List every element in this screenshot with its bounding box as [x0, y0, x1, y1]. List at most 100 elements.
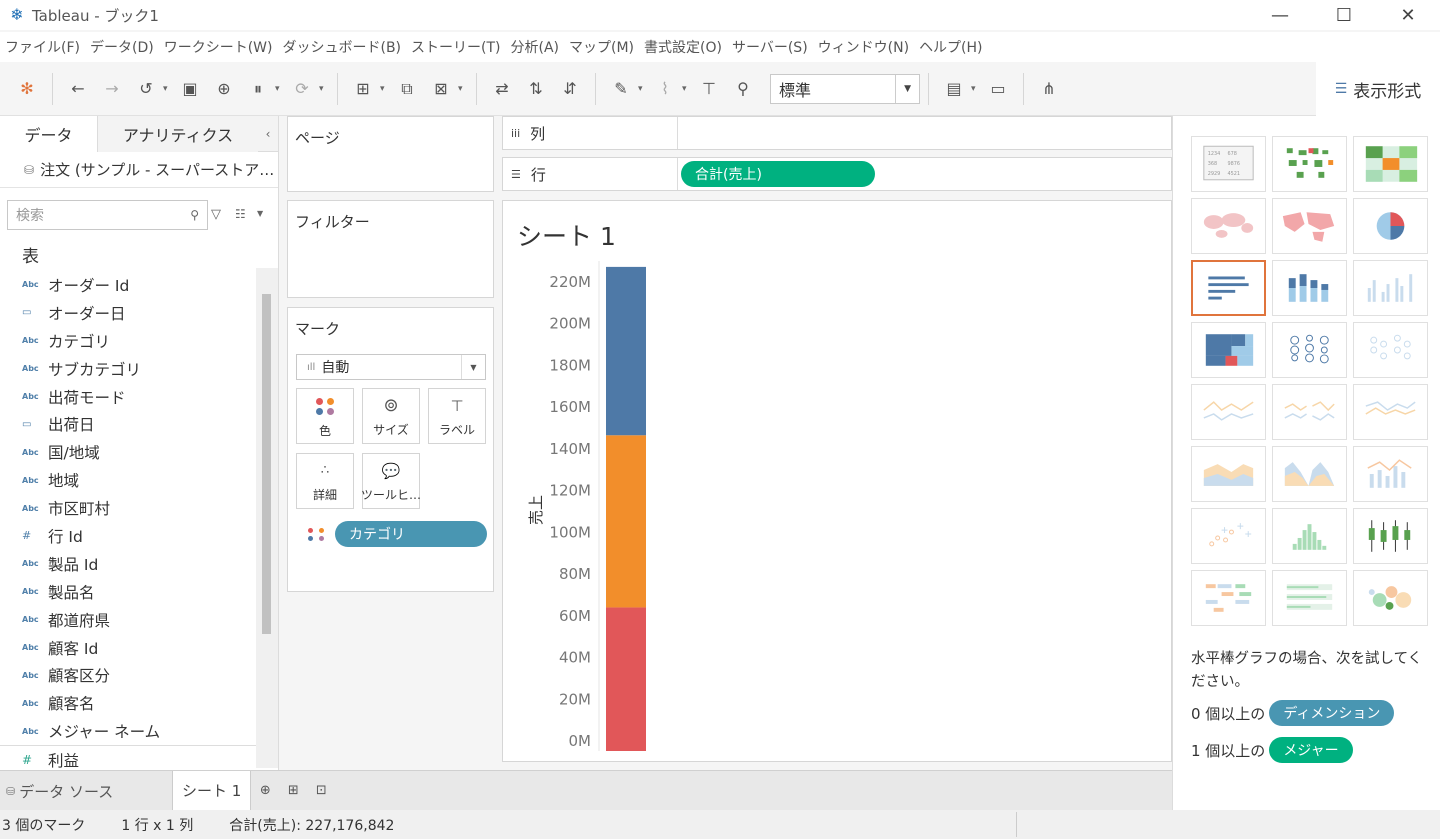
menu-analysis[interactable]: 分析(A)	[506, 37, 565, 57]
pause-caret-icon[interactable]: ▾	[275, 84, 285, 94]
menu-data[interactable]: データ(D)	[85, 37, 159, 57]
chart-type-horizontal-bars[interactable]	[1191, 260, 1266, 316]
chart-type-continuous-lines[interactable]	[1191, 384, 1266, 440]
fit-select[interactable]: 標準 ▼	[770, 73, 920, 104]
chart-type-pie-chart[interactable]	[1353, 198, 1428, 254]
tab-datasource[interactable]: ⛁ データ ソース	[0, 771, 113, 811]
bar-segment[interactable]	[606, 266, 646, 436]
clear-sheet-icon[interactable]: ⊠	[424, 72, 458, 106]
new-story-tab-icon[interactable]: ⊡	[307, 771, 335, 811]
chart-type-gantt-chart[interactable]	[1191, 570, 1266, 626]
collapse-pane-icon[interactable]: ‹	[258, 116, 278, 151]
field-item[interactable]: Abc 市区町村	[0, 494, 256, 522]
new-datasource-icon[interactable]: ⊕	[207, 72, 241, 106]
maximize-icon[interactable]: ☐	[1312, 0, 1376, 30]
scrollbar-thumb[interactable]	[262, 294, 271, 634]
size-button[interactable]: ⊚ サイズ	[362, 388, 420, 444]
field-item[interactable]: Abc 国/地域	[0, 438, 256, 466]
new-worksheet-icon[interactable]: ⊞	[346, 72, 380, 106]
minimize-icon[interactable]: —	[1248, 0, 1312, 30]
color-field-pill[interactable]: カテゴリ	[335, 521, 487, 547]
presentation-mode-icon[interactable]: ▭	[981, 72, 1015, 106]
field-item[interactable]: ▭ 出荷日	[0, 410, 256, 438]
chart-type-heat-map[interactable]	[1272, 136, 1347, 192]
new-worksheet-tab-icon[interactable]: ⊕	[251, 771, 279, 811]
field-item[interactable]: Abc 都道府県	[0, 606, 256, 634]
detail-button[interactable]: ∴ 詳細	[296, 453, 354, 509]
field-item[interactable]: # 利益	[0, 745, 256, 771]
field-item[interactable]: Abc 顧客区分	[0, 661, 256, 689]
menu-map[interactable]: マップ(M)	[564, 37, 639, 57]
field-item[interactable]: # 行 Id	[0, 522, 256, 550]
rows-shelf[interactable]: ☰ 行 合計(売上)	[502, 157, 1172, 191]
menu-help[interactable]: ヘルプ(H)	[914, 37, 987, 57]
color-button[interactable]: 色	[296, 388, 354, 444]
chart-type-text-table[interactable]: 1234 678 368 9876 2929 4521	[1191, 136, 1266, 192]
chart-type-symbol-map[interactable]	[1191, 198, 1266, 254]
tab-sheet-1[interactable]: シート 1	[172, 770, 252, 811]
menu-worksheet[interactable]: ワークシート(W)	[159, 37, 278, 57]
chart-type-area-discrete[interactable]	[1272, 446, 1347, 502]
new-dashboard-tab-icon[interactable]: ⊞	[279, 771, 307, 811]
highlight-icon[interactable]: ✎	[604, 72, 638, 106]
chart-type-dual-lines[interactable]	[1353, 384, 1428, 440]
chart-type-area-continuous[interactable]	[1191, 446, 1266, 502]
chart-type-side-by-side-bars[interactable]	[1353, 260, 1428, 316]
field-item[interactable]: Abc 製品 Id	[0, 550, 256, 578]
field-item[interactable]: Abc カテゴリ	[0, 327, 256, 355]
bar-segment[interactable]	[606, 607, 646, 751]
tab-analytics[interactable]: アナリティクス	[98, 116, 258, 152]
pages-card[interactable]: ページ	[287, 116, 494, 192]
duplicate-sheet-icon[interactable]: ⧉	[390, 72, 424, 106]
columns-shelf[interactable]: iii 列	[502, 116, 1172, 150]
new-worksheet-caret-icon[interactable]: ▾	[380, 84, 390, 94]
view-caret-icon[interactable]: ▼	[257, 209, 263, 218]
chart-type-stacked-bars[interactable]	[1272, 260, 1347, 316]
pin-icon[interactable]: ⚲	[726, 72, 760, 106]
chart-type-circle-views[interactable]	[1272, 322, 1347, 378]
field-item[interactable]: Abc サブカテゴリ	[0, 355, 256, 383]
field-item[interactable]: Abc メジャー ネーム	[0, 717, 256, 745]
pause-updates-icon[interactable]: ⏸	[241, 72, 275, 106]
showme-tab[interactable]: ☰ 表示形式	[1316, 62, 1440, 116]
filter-icon[interactable]: ▽	[211, 207, 221, 222]
datasource-item[interactable]: ⛁ 注文 (サンプル - スーパーストア…	[0, 152, 278, 188]
sort-descending-icon[interactable]: ⇵	[553, 72, 587, 106]
refresh-caret-icon[interactable]: ▾	[319, 84, 329, 94]
share-icon[interactable]: ⋔	[1032, 72, 1066, 106]
field-item[interactable]: Abc オーダー Id	[0, 271, 256, 299]
chart-type-highlight-table[interactable]	[1353, 136, 1428, 192]
menu-format[interactable]: 書式設定(O)	[639, 37, 727, 57]
redo-icon[interactable]: →	[95, 72, 129, 106]
swap-icon[interactable]: ⇄	[485, 72, 519, 106]
menu-dashboard[interactable]: ダッシュボード(B)	[277, 37, 406, 57]
chart-type-bullet-graph[interactable]	[1272, 570, 1347, 626]
chart-type-filled-map[interactable]	[1272, 198, 1347, 254]
sort-ascending-icon[interactable]: ⇅	[519, 72, 553, 106]
refresh-icon[interactable]: ⟳	[285, 72, 319, 106]
menu-story[interactable]: ストーリー(T)	[406, 37, 505, 57]
clear-caret-icon[interactable]: ▾	[458, 84, 468, 94]
field-item[interactable]: ▭ オーダー日	[0, 299, 256, 327]
chart-type-packed-bubbles[interactable]	[1353, 570, 1428, 626]
bar-segment[interactable]	[606, 435, 646, 608]
group-caret-icon[interactable]: ▾	[682, 84, 692, 94]
chart-type-treemap[interactable]	[1191, 322, 1266, 378]
menu-server[interactable]: サーバー(S)	[727, 37, 813, 57]
chart-type-box-and-whisker[interactable]	[1353, 508, 1428, 564]
tab-data[interactable]: データ	[0, 116, 98, 152]
field-item[interactable]: Abc 顧客 Id	[0, 634, 256, 662]
field-item[interactable]: Abc 地域	[0, 466, 256, 494]
mark-type-select[interactable]: ıll 自動 ▼	[296, 354, 486, 380]
chart-type-histogram[interactable]	[1272, 508, 1347, 564]
close-icon[interactable]: ✕	[1376, 0, 1440, 30]
menu-window[interactable]: ウィンドウ(N)	[813, 37, 914, 57]
menu-file[interactable]: ファイル(F)	[0, 37, 85, 57]
replay-icon[interactable]: ↺	[129, 72, 163, 106]
field-item[interactable]: Abc 顧客名	[0, 689, 256, 717]
rows-field-pill[interactable]: 合計(売上)	[681, 161, 875, 187]
save-icon[interactable]: ▣	[173, 72, 207, 106]
label-button[interactable]: ⊤ ラベル	[428, 388, 486, 444]
show-cards-caret-icon[interactable]: ▾	[971, 84, 981, 94]
field-item[interactable]: Abc 出荷モード	[0, 383, 256, 411]
